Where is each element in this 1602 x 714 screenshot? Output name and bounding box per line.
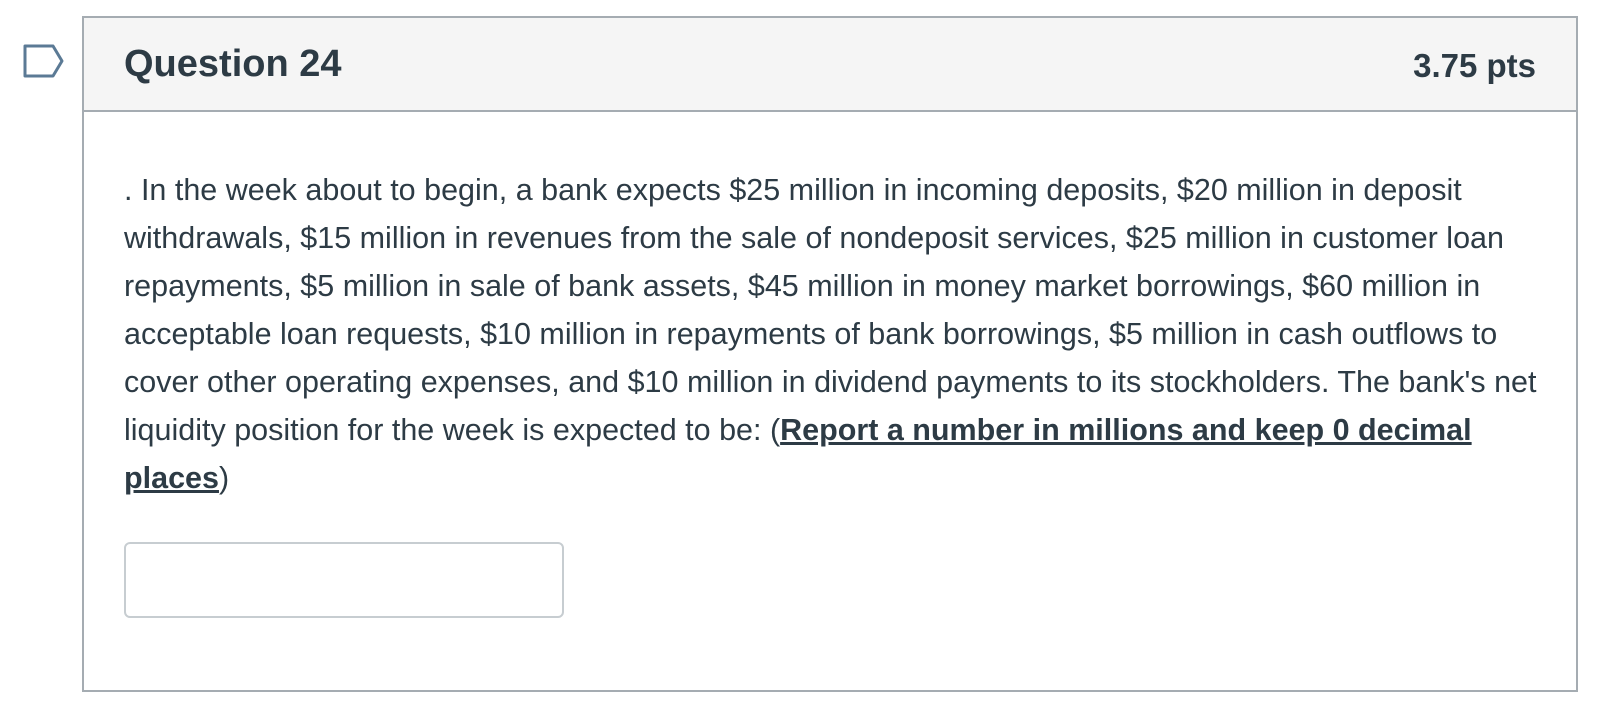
question-text: . In the week about to begin, a bank exp… — [124, 166, 1544, 502]
question-points: 3.75 pts — [1413, 47, 1536, 84]
question-title: Question 24 — [124, 43, 342, 85]
answer-input[interactable] — [124, 542, 564, 618]
question-header: Question 24 3.75 pts — [84, 18, 1576, 112]
question-text-end: ) — [218, 461, 230, 495]
flag-question-icon[interactable] — [23, 44, 65, 78]
question-card: Question 24 3.75 pts . In the week about… — [82, 16, 1578, 692]
question-text-main: . In the week about to begin, a bank exp… — [124, 173, 1537, 447]
